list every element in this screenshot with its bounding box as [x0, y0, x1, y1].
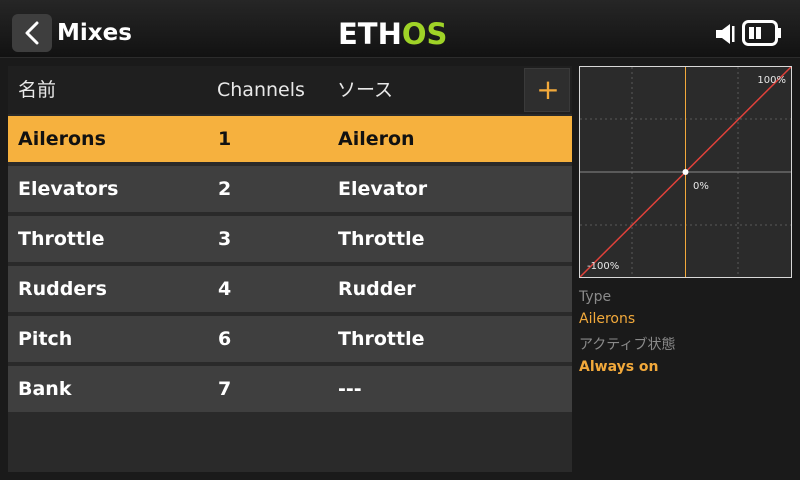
table-row[interactable]: Pitch 6 Throttle [8, 314, 572, 362]
page-title: Mixes [57, 20, 132, 46]
curve-graph: 100% 0% -100% [579, 66, 792, 278]
column-header-channels: Channels [217, 79, 305, 101]
row-channel: 2 [218, 178, 232, 200]
type-value: Ailerons [579, 311, 636, 327]
column-header-name: 名前 [18, 79, 57, 101]
row-name: Elevators [18, 178, 119, 200]
table-row[interactable]: Throttle 3 Throttle [8, 214, 572, 262]
graph-label-min: -100% [587, 261, 619, 272]
row-source: Aileron [338, 128, 415, 150]
row-channel: 1 [218, 128, 232, 150]
mix-table: 名前 Channels ソース + Ailerons 1 Aileron Ele… [8, 66, 572, 472]
add-mix-button[interactable]: + [524, 68, 570, 112]
table-row[interactable]: Ailerons 1 Aileron [8, 114, 572, 162]
column-header-source: ソース [337, 79, 394, 101]
back-chevron-icon [25, 21, 39, 45]
row-channel: 7 [218, 378, 232, 400]
speaker-icon[interactable] [714, 22, 736, 46]
row-name: Rudders [18, 278, 107, 300]
type-label: Type [579, 289, 612, 305]
row-channel: 3 [218, 228, 232, 250]
plus-icon: + [536, 73, 560, 106]
row-source: Throttle [338, 228, 425, 250]
row-source: Elevator [338, 178, 428, 200]
active-condition-label: アクティブ状態 [579, 337, 676, 353]
table-header: 名前 Channels ソース + [8, 66, 572, 114]
row-source: --- [338, 378, 362, 400]
graph-label-max: 100% [757, 75, 786, 86]
curve-point [682, 169, 689, 175]
row-name: Ailerons [18, 128, 106, 150]
table-row[interactable]: Rudders 4 Rudder [8, 264, 572, 312]
top-bar: Mixes ETHOS [0, 0, 800, 58]
battery-icon[interactable] [742, 20, 782, 46]
row-name: Pitch [18, 328, 73, 350]
row-source: Rudder [338, 278, 416, 300]
ethos-logo: ETHOS [338, 17, 448, 51]
row-name: Bank [18, 378, 72, 400]
curve-graph-svg: 100% 0% -100% [579, 66, 792, 278]
graph-label-center: 0% [693, 181, 709, 192]
row-channel: 4 [218, 278, 232, 300]
table-row[interactable]: Bank 7 --- [8, 364, 572, 412]
back-button[interactable] [12, 14, 52, 52]
row-channel: 6 [218, 328, 232, 350]
table-row[interactable]: Elevators 2 Elevator [8, 164, 572, 212]
active-condition-value: Always on [579, 359, 659, 375]
row-source: Throttle [338, 328, 425, 350]
row-name: Throttle [18, 228, 105, 250]
